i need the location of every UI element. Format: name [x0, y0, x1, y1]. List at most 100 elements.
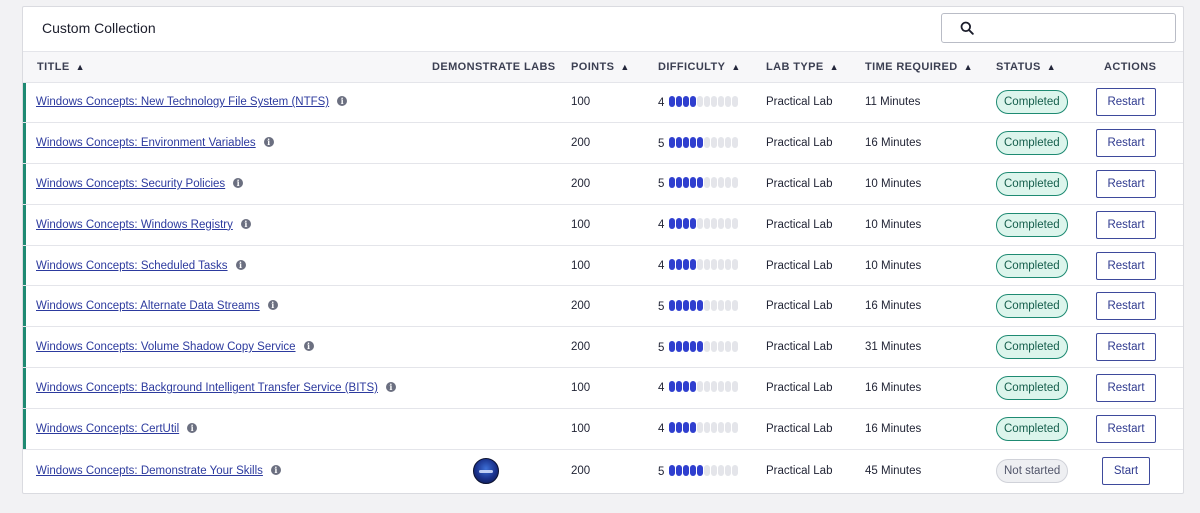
- status-badge: Completed: [996, 335, 1068, 360]
- difficulty-bar: [676, 136, 682, 148]
- info-icon[interactable]: i: [187, 422, 198, 433]
- restart-button[interactable]: Restart: [1096, 414, 1156, 443]
- demonstrate-cell: [428, 285, 571, 328]
- lab-type-cell: Practical Lab: [766, 367, 865, 409]
- difficulty-bar: [676, 95, 682, 107]
- restart-button[interactable]: Restart: [1096, 292, 1156, 321]
- demonstrate-lab-badge-icon[interactable]: [473, 458, 499, 485]
- status-cell: Completed: [996, 408, 1096, 450]
- info-icon[interactable]: i: [233, 177, 244, 188]
- restart-button[interactable]: Restart: [1096, 333, 1156, 362]
- difficulty-bar: [711, 259, 717, 271]
- table-header-row: TITLE ▲ DEMONSTRATE LABS POINTS ▲ DIFFICUL…: [23, 52, 1183, 83]
- lab-title-link[interactable]: Windows Concepts: New Technology File Sy…: [36, 96, 329, 108]
- lab-title-link[interactable]: Windows Concepts: Demonstrate Your Skill…: [36, 465, 263, 477]
- lab-title-link[interactable]: Windows Concepts: Environment Variables: [36, 137, 256, 149]
- difficulty-bar: [697, 464, 703, 476]
- restart-button[interactable]: Restart: [1096, 251, 1156, 280]
- points-cell: 200: [571, 326, 658, 369]
- difficulty-bar: [697, 177, 703, 189]
- lab-title-link[interactable]: Windows Concepts: Alternate Data Streams: [36, 300, 260, 312]
- difficulty-bar: [711, 340, 717, 352]
- title-cell: Windows Concepts: Volume Shadow Copy Ser…: [26, 326, 428, 369]
- sort-asc-icon: ▲: [620, 61, 630, 72]
- difficulty-meter: [669, 136, 738, 148]
- difficulty-bar: [725, 95, 731, 107]
- restart-button[interactable]: Restart: [1096, 169, 1156, 198]
- search-input[interactable]: [941, 13, 1176, 43]
- difficulty-bar: [683, 340, 689, 352]
- difficulty-bar: [704, 299, 710, 311]
- difficulty-bar: [711, 136, 717, 148]
- difficulty-bar: [690, 464, 696, 476]
- difficulty-bar: [718, 259, 724, 271]
- difficulty-bar: [683, 381, 689, 393]
- restart-button[interactable]: Restart: [1096, 373, 1156, 402]
- time-cell: 45 Minutes: [865, 465, 922, 478]
- lab-title-link[interactable]: Windows Concepts: CertUtil: [36, 423, 179, 435]
- difficulty-bar: [683, 259, 689, 271]
- difficulty-value: 5: [658, 341, 665, 354]
- difficulty-bar: [697, 136, 703, 148]
- difficulty-bar: [683, 218, 689, 230]
- difficulty-bar: [690, 340, 696, 352]
- lab-title-link[interactable]: Windows Concepts: Scheduled Tasks: [36, 260, 228, 272]
- difficulty-bar: [697, 381, 703, 393]
- difficulty-cell: 4: [658, 204, 766, 246]
- difficulty-bar: [732, 381, 738, 393]
- title-cell: Windows Concepts: Scheduled Tasks i: [26, 245, 428, 287]
- column-status[interactable]: STATUS ▲: [996, 52, 1096, 83]
- sort-asc-icon: ▲: [829, 61, 839, 72]
- lab-title-link[interactable]: Windows Concepts: Security Policies: [36, 178, 225, 190]
- points-cell: 200: [571, 285, 658, 328]
- info-icon[interactable]: i: [240, 218, 251, 229]
- table-row: Windows Concepts: Volume Shadow Copy Ser…: [23, 326, 1183, 369]
- column-points[interactable]: POINTS ▲: [571, 52, 658, 83]
- info-icon[interactable]: i: [303, 341, 314, 352]
- difficulty-bar: [704, 136, 710, 148]
- difficulty-bar: [690, 218, 696, 230]
- info-icon[interactable]: i: [385, 381, 396, 392]
- restart-button[interactable]: Restart: [1096, 88, 1156, 117]
- column-title[interactable]: TITLE ▲: [26, 52, 428, 83]
- difficulty-bar: [676, 340, 682, 352]
- status-badge: Completed: [996, 212, 1068, 237]
- column-difficulty[interactable]: DIFFICULTY ▲: [658, 52, 766, 83]
- lab-title-link[interactable]: Windows Concepts: Volume Shadow Copy Ser…: [36, 341, 296, 353]
- difficulty-bar: [732, 259, 738, 271]
- info-icon[interactable]: i: [270, 465, 281, 476]
- time-cell: 16 Minutes: [865, 122, 996, 165]
- table-row: Windows Concepts: Background Intelligent…: [23, 367, 1183, 409]
- difficulty-meter: [669, 340, 738, 352]
- info-icon[interactable]: i: [267, 300, 278, 311]
- column-time-required[interactable]: TIME REQUIRED ▲: [865, 52, 996, 83]
- points-cell: 100: [571, 82, 658, 124]
- difficulty-bar: [725, 218, 731, 230]
- column-lab-type[interactable]: LAB TYPE ▲: [766, 52, 865, 83]
- start-button[interactable]: Start: [1102, 457, 1150, 486]
- table-row: Windows Concepts: Demonstrate Your Skill…: [23, 449, 1183, 493]
- actions-cell: Restart: [1096, 204, 1183, 246]
- difficulty-bar: [690, 299, 696, 311]
- difficulty-meter: [669, 464, 738, 476]
- restart-button[interactable]: Restart: [1096, 129, 1156, 158]
- difficulty-bar: [669, 177, 675, 189]
- status-cell: Completed: [996, 82, 1096, 124]
- status-badge: Completed: [996, 171, 1068, 196]
- lab-title-link[interactable]: Windows Concepts: Background Intelligent…: [36, 382, 378, 394]
- info-icon[interactable]: i: [337, 96, 348, 107]
- difficulty-meter: [669, 95, 738, 107]
- info-icon[interactable]: i: [263, 137, 274, 148]
- sort-asc-icon: ▲: [731, 61, 741, 72]
- time-cell: 16 Minutes: [865, 408, 996, 450]
- difficulty-bar: [711, 464, 717, 476]
- difficulty-bar: [690, 95, 696, 107]
- lab-title-link[interactable]: Windows Concepts: Windows Registry: [36, 219, 233, 231]
- demonstrate-cell: [428, 204, 571, 246]
- difficulty-bar: [669, 381, 675, 393]
- info-icon[interactable]: i: [235, 259, 246, 270]
- actions-cell: Restart: [1096, 285, 1183, 328]
- status-badge: Completed: [996, 294, 1068, 319]
- search-icon: [960, 21, 974, 35]
- restart-button[interactable]: Restart: [1096, 210, 1156, 239]
